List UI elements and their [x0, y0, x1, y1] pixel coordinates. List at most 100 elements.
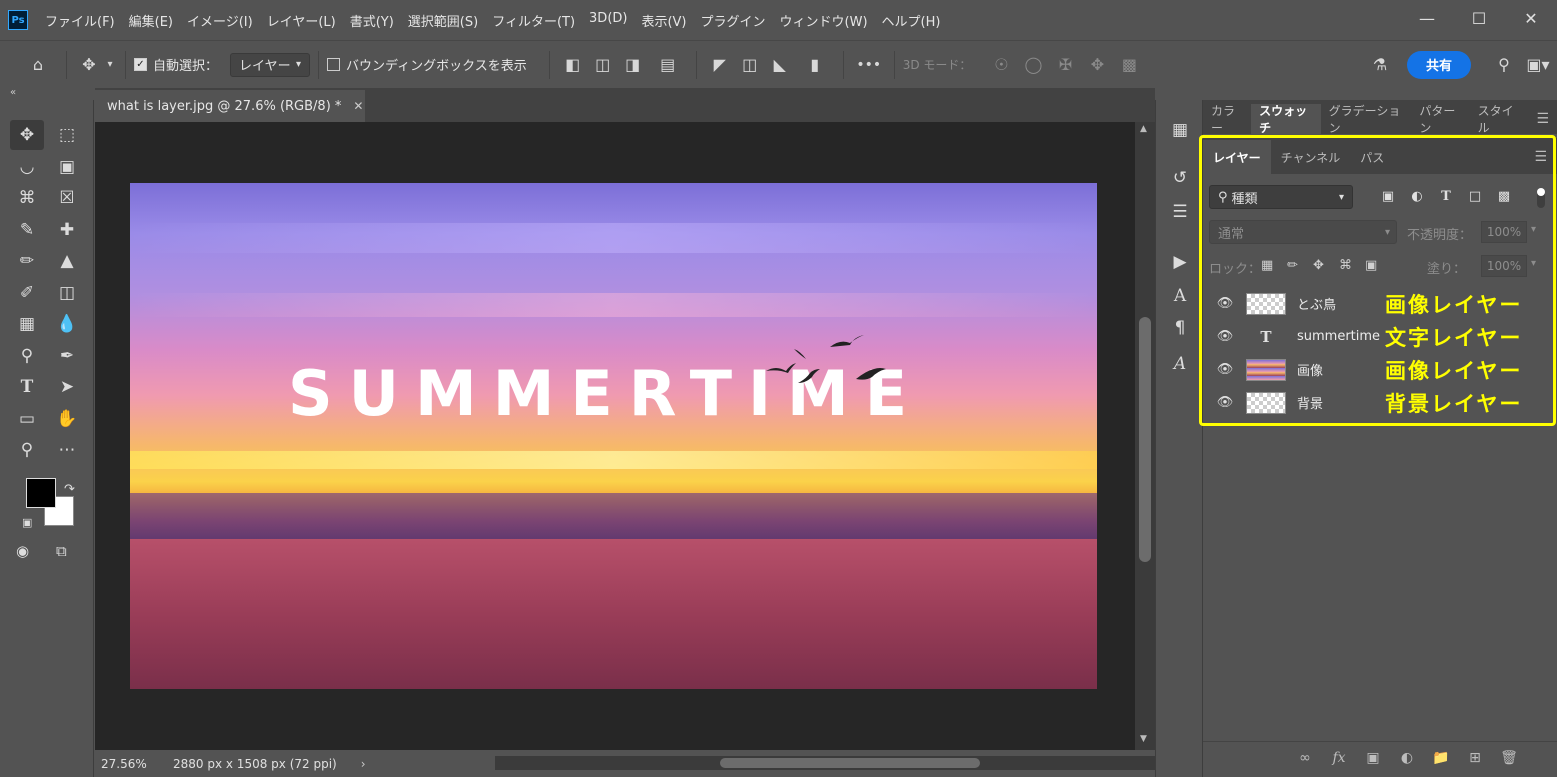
zoom-tool-icon[interactable]: ⚲ — [10, 435, 44, 465]
distribute-icon[interactable]: ▤ — [648, 51, 688, 79]
menu-file[interactable]: ファイル(F) — [38, 11, 122, 30]
menu-3d[interactable]: 3D(D) — [582, 11, 634, 30]
brush-tool-icon[interactable]: ✏ — [10, 246, 44, 276]
tools-collapse-icon[interactable]: « — [0, 88, 94, 100]
menu-filter[interactable]: フィルター(T) — [485, 11, 582, 30]
tab-swatches[interactable]: スウォッチ — [1251, 104, 1321, 135]
dodge-tool-icon[interactable]: ⚲ — [10, 341, 44, 371]
menu-view[interactable]: 表示(V) — [634, 11, 693, 30]
align-left-icon[interactable]: ◧ — [558, 51, 588, 79]
delete-layer-icon[interactable]: 🗑 — [1499, 748, 1519, 768]
foreground-color-swatch[interactable] — [26, 478, 56, 508]
glyphs-icon[interactable]: A — [1168, 352, 1192, 376]
panels-collapse-icon[interactable] — [1203, 88, 1557, 100]
eye-icon[interactable]: 👁 — [1213, 296, 1237, 311]
layer-row-birds[interactable]: 👁 とぶ鳥 画像レイヤー — [1203, 287, 1557, 320]
search-icon[interactable]: ⚲ — [1489, 51, 1519, 79]
menu-layer[interactable]: レイヤー(L) — [260, 11, 343, 30]
tab-channels[interactable]: チャンネル — [1271, 140, 1351, 174]
horizontal-scrollbar[interactable] — [495, 756, 1155, 770]
more-tools-icon[interactable]: ⋯ — [50, 435, 84, 465]
flask-icon[interactable]: ⚗ — [1365, 51, 1395, 79]
eraser-tool-icon[interactable]: ◫ — [50, 278, 84, 308]
opacity-field[interactable]: 100% — [1481, 221, 1527, 243]
align-bottom-icon[interactable]: ◣ — [765, 51, 795, 79]
filter-shape-icon[interactable]: □ — [1466, 185, 1484, 207]
home-icon[interactable]: ⌂ — [18, 51, 58, 79]
auto-select-target-dropdown[interactable]: レイヤー ▾ — [230, 52, 311, 77]
lock-all-icon[interactable]: ▣ — [1365, 258, 1377, 273]
chevron-down-icon[interactable]: ▾ — [103, 51, 117, 79]
layer-row-background[interactable]: 👁 背景 背景レイヤー — [1203, 386, 1557, 419]
close-icon[interactable]: ✕ — [353, 99, 363, 113]
scroll-down-icon[interactable]: ▼ — [1140, 734, 1147, 744]
more-options-icon[interactable]: ••• — [852, 51, 886, 79]
fill-field[interactable]: 100% — [1481, 255, 1527, 277]
crop-tool-icon[interactable]: ⌘ — [10, 183, 44, 213]
chevron-right-icon[interactable]: › — [361, 757, 366, 771]
hand-tool-icon[interactable]: ✋ — [50, 404, 84, 434]
blur-tool-icon[interactable]: 💧 — [50, 309, 84, 339]
lock-position-icon[interactable]: ✥ — [1313, 258, 1324, 273]
path-select-tool-icon[interactable]: ➤ — [50, 372, 84, 402]
scroll-up-icon[interactable]: ▲ — [1140, 124, 1147, 134]
layers-panel-menu-icon[interactable]: ☰ — [1524, 140, 1557, 174]
document-tab[interactable]: what is layer.jpg @ 27.6% (RGB/8) * ✕ — [95, 90, 365, 122]
filter-type-icon[interactable]: T — [1437, 185, 1455, 207]
auto-select-option[interactable]: ✓ 自動選択： — [134, 55, 218, 74]
auto-select-checkbox[interactable]: ✓ — [134, 58, 147, 71]
gradient-tool-icon[interactable]: ▦ — [10, 309, 44, 339]
actions-play-icon[interactable]: ▶ — [1168, 250, 1192, 274]
lock-brush-icon[interactable]: ✏ — [1287, 258, 1298, 273]
share-button[interactable]: 共有 — [1407, 50, 1471, 79]
layer-row-image[interactable]: 👁 画像 画像レイヤー — [1203, 353, 1557, 386]
tab-patterns[interactable]: パターン — [1411, 104, 1469, 135]
lasso-tool-icon[interactable]: ◡ — [10, 152, 44, 182]
adjustments-icon[interactable]: ☰ — [1168, 200, 1192, 224]
menu-window[interactable]: ウィンドウ(W) — [773, 11, 875, 30]
panel-menu-icon[interactable]: ☰ — [1528, 104, 1557, 134]
distribute-vertical-icon[interactable]: ▮ — [795, 51, 835, 79]
chevron-down-icon[interactable]: ▾ — [1531, 258, 1536, 269]
lock-transparency-icon[interactable]: ▦ — [1261, 258, 1273, 273]
type-tool-icon[interactable]: T — [10, 372, 44, 402]
character-icon[interactable]: A — [1168, 284, 1192, 308]
align-right-icon[interactable]: ◨ — [618, 51, 648, 79]
tab-layers[interactable]: レイヤー — [1203, 140, 1271, 174]
document-image[interactable]: SUMMERTIME — [130, 183, 1097, 689]
menu-image[interactable]: イメージ(I) — [180, 11, 260, 30]
swap-colors-icon[interactable]: ↷ — [64, 482, 75, 497]
document-info[interactable]: 2880 px x 1508 px (72 ppi) — [173, 757, 337, 771]
canvas-area[interactable]: SUMMERTIME — [95, 122, 1135, 750]
new-group-icon[interactable]: 📁 — [1431, 748, 1451, 768]
tab-gradients[interactable]: グラデーション — [1321, 104, 1412, 135]
blend-mode-dropdown[interactable]: 通常 ▾ — [1209, 220, 1397, 244]
filter-toggle[interactable] — [1537, 188, 1545, 208]
add-mask-icon[interactable]: ▣ — [1363, 748, 1383, 768]
filter-smart-object-icon[interactable]: ▩ — [1495, 185, 1513, 207]
menu-select[interactable]: 選択範囲(S) — [401, 11, 485, 30]
align-top-icon[interactable]: ◤ — [705, 51, 735, 79]
layer-filter-dropdown[interactable]: ⚲ 種類 ▾ — [1209, 185, 1353, 209]
new-layer-icon[interactable]: ⊞ — [1465, 748, 1485, 768]
vertical-scroll-thumb[interactable] — [1139, 317, 1151, 562]
workspace-icon[interactable]: ▣▾ — [1519, 51, 1557, 79]
quick-mask-icon[interactable]: ◉ — [16, 542, 29, 560]
tab-paths[interactable]: パス — [1350, 140, 1394, 174]
chevron-down-icon[interactable]: ▾ — [1531, 224, 1536, 235]
default-colors-icon[interactable]: ▣ — [22, 516, 32, 529]
align-middle-icon[interactable]: ◫ — [735, 51, 765, 79]
layer-row-summertime[interactable]: 👁 T summertime 文字レイヤー — [1203, 320, 1557, 353]
rectangle-tool-icon[interactable]: ▭ — [10, 404, 44, 434]
tab-styles[interactable]: スタイル — [1470, 104, 1529, 135]
align-center-icon[interactable]: ◫ — [588, 51, 618, 79]
history-brush-tool-icon[interactable]: ✐ — [10, 278, 44, 308]
move-tool-icon[interactable]: ✥ — [75, 51, 103, 79]
paragraph-icon[interactable]: ¶ — [1168, 316, 1192, 340]
marquee-tool-icon[interactable]: ⬚ — [50, 120, 84, 150]
layer-style-icon[interactable]: fx — [1329, 748, 1349, 768]
maximize-icon[interactable]: ☐ — [1453, 0, 1505, 36]
adjustment-layer-icon[interactable]: ◐ — [1397, 748, 1417, 768]
stamp-tool-icon[interactable]: ▲ — [50, 246, 84, 276]
eyedropper-tool-icon[interactable]: ✎ — [10, 215, 44, 245]
